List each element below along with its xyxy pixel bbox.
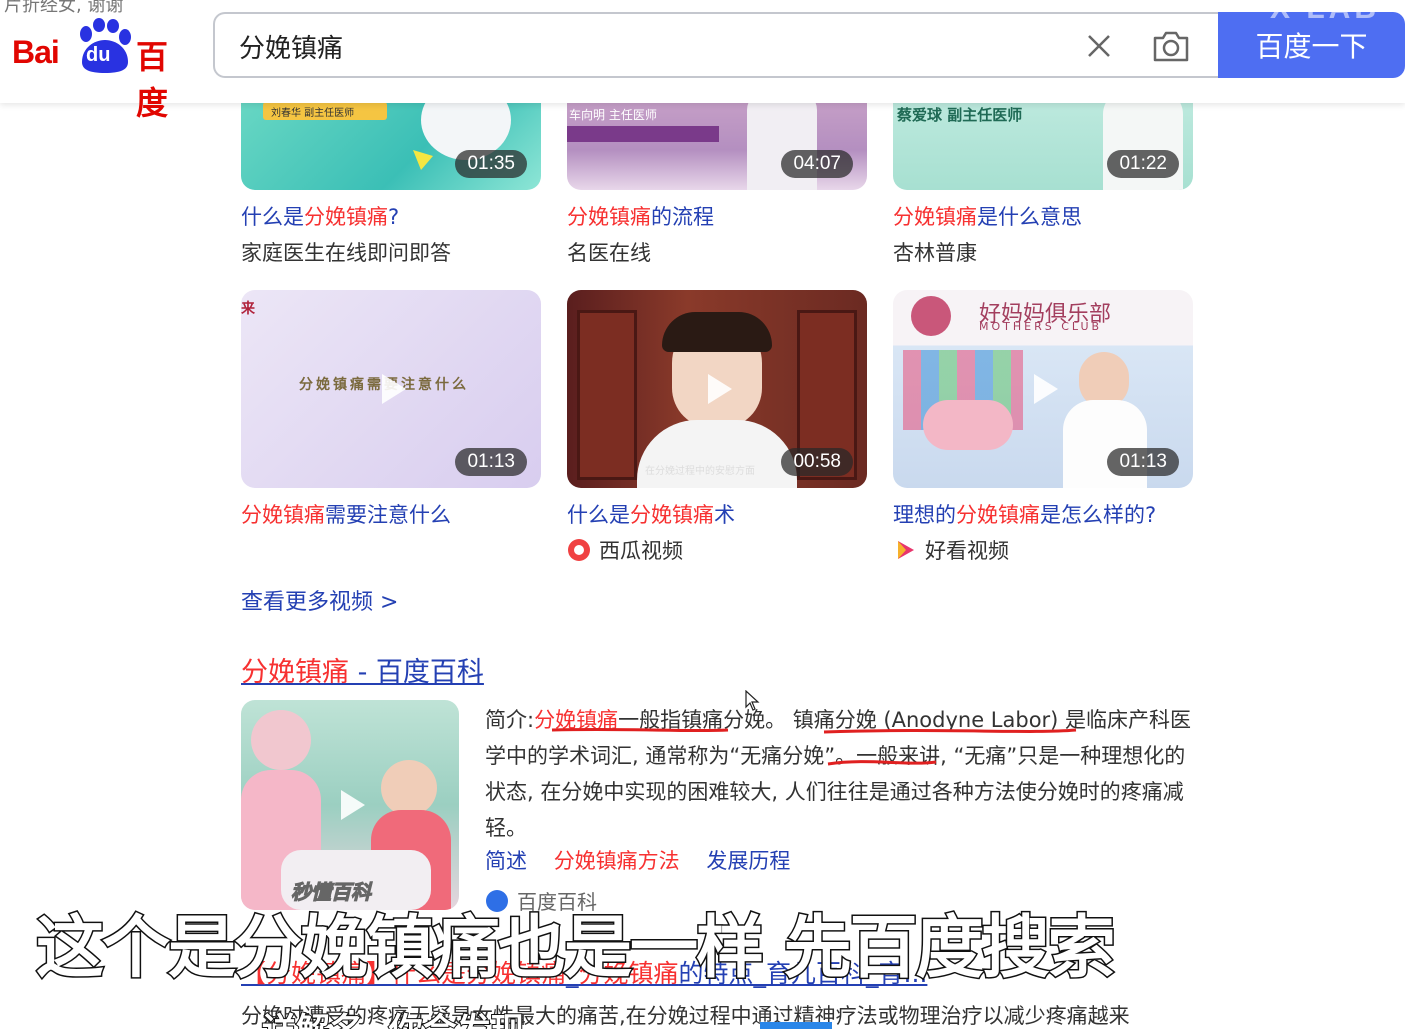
video-duration: 00:58 [781, 448, 853, 476]
video-thumbnail[interactable]: 蔡爱球 副主任医师 01:22 [893, 90, 1193, 190]
video-subtitle-partial: 详解名, 你会发现 [261, 1003, 526, 1029]
video-card[interactable]: 好妈妈俱乐部 MOTHERS CLUB 01:13 [893, 290, 1193, 488]
video-thumbnail[interactable]: 刘春华 副主任医师 01:35 [241, 90, 541, 190]
video-title[interactable]: 什么是分娩镇痛术 [567, 499, 735, 529]
video-source: 名医在线 [567, 241, 651, 265]
intro-highlight: 分娩镇痛 [534, 708, 619, 732]
video-duration: 04:07 [781, 150, 853, 178]
logo-du-text: du [86, 44, 111, 66]
scrollbar-fragment [760, 1022, 832, 1029]
baidu-logo[interactable]: Bai du 百度 [10, 14, 190, 122]
video-title[interactable]: 分娩镇痛的流程 [567, 201, 714, 231]
thumb-caption: 在分娩过程中的安慰方面 [645, 466, 755, 477]
baike-thumbnail[interactable]: 秒懂百科 [241, 700, 459, 910]
search-box [213, 12, 1219, 78]
baike-sublinks: 简述 分娩镇痛方法 发展历程 [485, 845, 810, 875]
haokan-video-icon [898, 541, 914, 559]
logo-bai-text: Bai [12, 34, 60, 70]
video-card[interactable]: 在分娩过程中的安慰方面 00:58 [567, 290, 867, 488]
search-input[interactable] [239, 28, 1059, 64]
video-thumbnail[interactable]: 好妈妈俱乐部 MOTHERS CLUB 01:13 [893, 290, 1193, 488]
video-card[interactable]: 刘春华 副主任医师 01:35 [241, 90, 541, 190]
thumb-caption-en: MOTHERS CLUB [979, 320, 1103, 333]
video-duration: 01:13 [1107, 448, 1179, 476]
video-title[interactable]: 理想的分娩镇痛是怎么样的? [893, 499, 1156, 529]
play-icon[interactable] [327, 782, 373, 828]
baike-abstract: 简介:分娩镇痛一般指镇痛分娩。 镇痛分娩 (Anodyne Labor) 是临床… [485, 702, 1197, 846]
video-thumbnail[interactable]: 来 分娩镇痛需要注意什么 01:13 [241, 290, 541, 488]
thumb-caption: 刘春华 副主任医师 [271, 108, 355, 119]
video-duration: 01:13 [455, 448, 527, 476]
link-overview[interactable]: 简述 [485, 849, 527, 873]
clear-icon[interactable] [1083, 30, 1115, 62]
result-title[interactable]: 分娩镇痛 - 百度百科 [241, 650, 484, 689]
header-bar: 片折经女, 谢谢 Bai du 百度 百度一下 X LAB [0, 0, 1405, 122]
video-source: 西瓜视频 [567, 535, 683, 565]
video-source: 好看视频 [893, 535, 1009, 565]
xigua-video-icon [568, 539, 590, 561]
video-card[interactable]: 蔡爱球 副主任医师 01:22 [893, 90, 1193, 190]
thumb-caption: 蔡爱球 副主任医师 [897, 106, 1023, 124]
video-source-label: 好看视频 [925, 539, 1009, 563]
more-videos-link[interactable]: 查看更多视频 > [241, 584, 398, 616]
video-subtitle: 这个是分娩镇痛也是一样 先百度搜索 [35, 908, 1118, 990]
video-card[interactable]: 来 分娩镇痛需要注意什么 01:13 [241, 290, 541, 488]
play-icon[interactable] [1020, 366, 1066, 412]
video-card[interactable]: 车向明 主任医师 04:07 [567, 90, 867, 190]
play-icon[interactable] [368, 366, 414, 412]
video-source-label: 西瓜视频 [599, 539, 683, 563]
play-icon[interactable] [694, 366, 740, 412]
video-thumbnail[interactable]: 车向明 主任医师 04:07 [567, 90, 867, 190]
video-title[interactable]: 分娩镇痛需要注意什么 [241, 499, 451, 529]
intro-label: 简介: [485, 708, 535, 732]
watermark: X LAB [1270, 0, 1380, 25]
video-duration: 01:22 [1107, 150, 1179, 178]
video-thumbnail[interactable]: 在分娩过程中的安慰方面 00:58 [567, 290, 867, 488]
video-title[interactable]: 什么是分娩镇痛? [241, 201, 399, 231]
mouse-cursor-icon [745, 690, 760, 711]
video-source: 杏林普康 [893, 241, 977, 265]
link-methods[interactable]: 分娩镇痛方法 [554, 849, 680, 873]
video-source: 家庭医生在线即问即答 [241, 241, 451, 265]
camera-icon[interactable] [1151, 28, 1191, 64]
link-history[interactable]: 发展历程 [706, 849, 790, 873]
logo-cn-text: 百度 [136, 38, 169, 122]
thumb-caption: 车向明 主任医师 [569, 108, 657, 122]
video-title[interactable]: 分娩镇痛是什么意思 [893, 201, 1082, 231]
video-duration: 01:35 [455, 150, 527, 178]
